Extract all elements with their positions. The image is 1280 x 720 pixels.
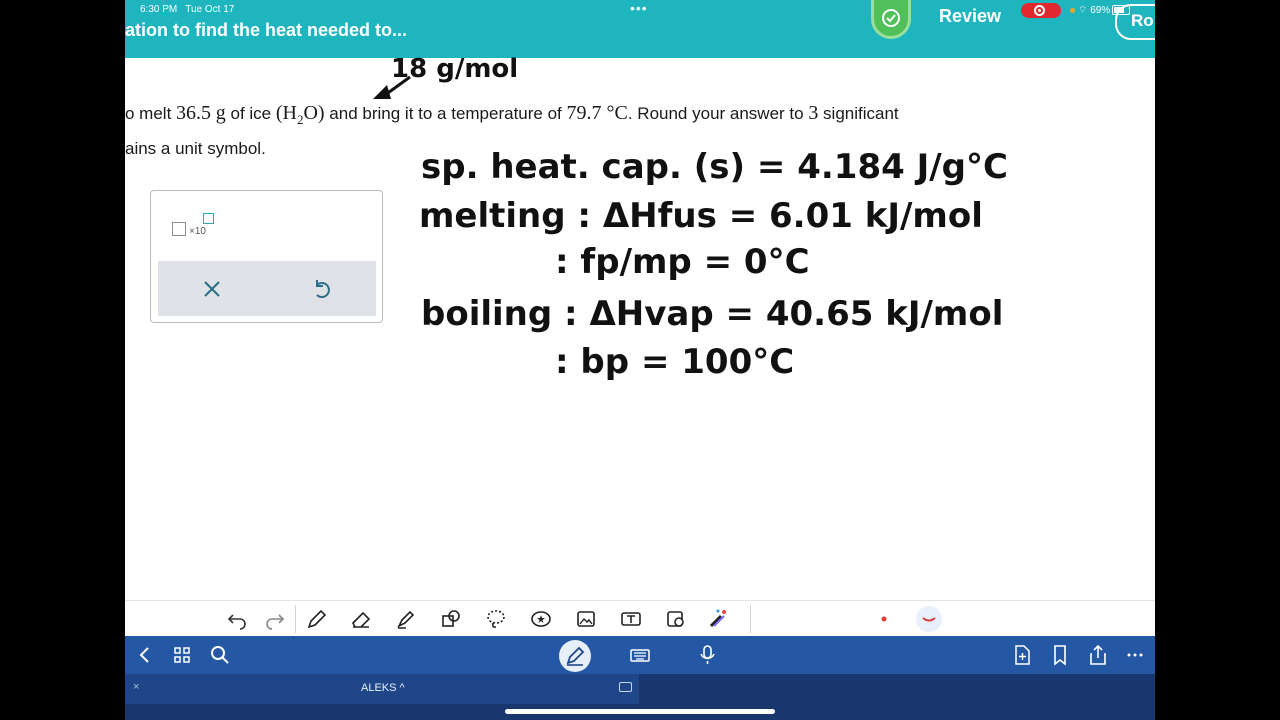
status-time: 6:30 PM	[140, 4, 178, 15]
more-icon[interactable]	[1123, 643, 1147, 667]
add-page-icon[interactable]	[1010, 643, 1034, 667]
screen-record-indicator[interactable]	[1021, 3, 1061, 18]
arrow-head	[373, 85, 391, 99]
home-indicator[interactable]	[505, 709, 775, 714]
grid-icon[interactable]	[170, 643, 194, 667]
share-icon[interactable]	[1086, 643, 1110, 667]
status-date: Tue Oct 17	[185, 4, 235, 15]
wifi-icon: ⌔	[1078, 5, 1088, 16]
undo-icon[interactable]	[225, 607, 249, 631]
split-view-icon[interactable]	[619, 682, 632, 692]
check-answer-button[interactable]	[874, 0, 908, 36]
stroke-width-icon[interactable]	[915, 605, 943, 633]
search-icon[interactable]	[208, 643, 232, 667]
shapes-icon[interactable]	[439, 607, 463, 631]
tab-bar: × ALEKS ^	[125, 674, 1155, 720]
color-dot-icon[interactable]	[872, 607, 896, 631]
app-bar	[125, 636, 1155, 674]
check-icon	[882, 9, 900, 27]
drawing-toolbar	[125, 600, 1155, 637]
toolbar-divider	[295, 605, 296, 633]
tab-label: ALEKS ^	[361, 682, 405, 694]
image-icon[interactable]	[574, 607, 598, 631]
back-icon[interactable]	[133, 643, 157, 667]
toolbar-divider	[750, 605, 751, 633]
app-screen: 6:30 PM Tue Oct 17 ation to find the heat…	[125, 0, 1155, 720]
mic-icon[interactable]	[696, 643, 720, 667]
status-bar: 6:30 PM Tue Oct 17	[140, 4, 242, 15]
scan-icon[interactable]	[664, 607, 688, 631]
page-title: ation to find the heat needed to...	[125, 20, 407, 40]
eraser-icon[interactable]	[349, 607, 373, 631]
record-icon	[1034, 5, 1045, 16]
note-boiling-point: : bp = 100°C	[555, 342, 794, 382]
note-boiling: boiling : ΔHvap = 40.65 kJ/mol	[421, 294, 1003, 334]
tab-close-icon[interactable]: ×	[133, 681, 139, 693]
header-bar: 6:30 PM Tue Oct 17 ation to find the heat…	[125, 0, 1155, 58]
handwritten-notes: 18 g/mol sp. heat. cap. (s) = 4.184 J/g°…	[373, 55, 1008, 382]
mic-indicator-icon	[1070, 7, 1075, 13]
battery-percent: 69%	[1090, 5, 1111, 16]
keyboard-icon[interactable]	[628, 643, 652, 667]
magic-icon[interactable]	[706, 607, 730, 631]
pencil-icon	[566, 646, 585, 666]
sticker-icon[interactable]	[529, 607, 553, 631]
lasso-icon[interactable]	[484, 607, 508, 631]
highlighter-icon[interactable]	[394, 607, 418, 631]
note-melting-point: : fp/mp = 0°C	[555, 242, 810, 282]
note-melting: melting : ΔHfus = 6.01 kJ/mol	[419, 196, 983, 236]
bookmark-icon[interactable]	[1048, 643, 1072, 667]
note-molar-mass: 18 g/mol	[391, 55, 518, 84]
text-icon[interactable]	[619, 607, 643, 631]
pen-icon[interactable]	[305, 607, 329, 631]
redo-icon[interactable]	[263, 607, 287, 631]
tab-aleks[interactable]: × ALEKS ^	[125, 674, 639, 704]
multitask-dots-icon[interactable]: •••	[630, 0, 648, 16]
pencil-mode-button[interactable]	[559, 640, 591, 672]
review-button[interactable]: Review	[939, 6, 1001, 27]
right-header-button[interactable]: Ro	[1115, 4, 1155, 40]
note-specific-heat: sp. heat. cap. (s) = 4.184 J/g°C	[421, 147, 1008, 187]
